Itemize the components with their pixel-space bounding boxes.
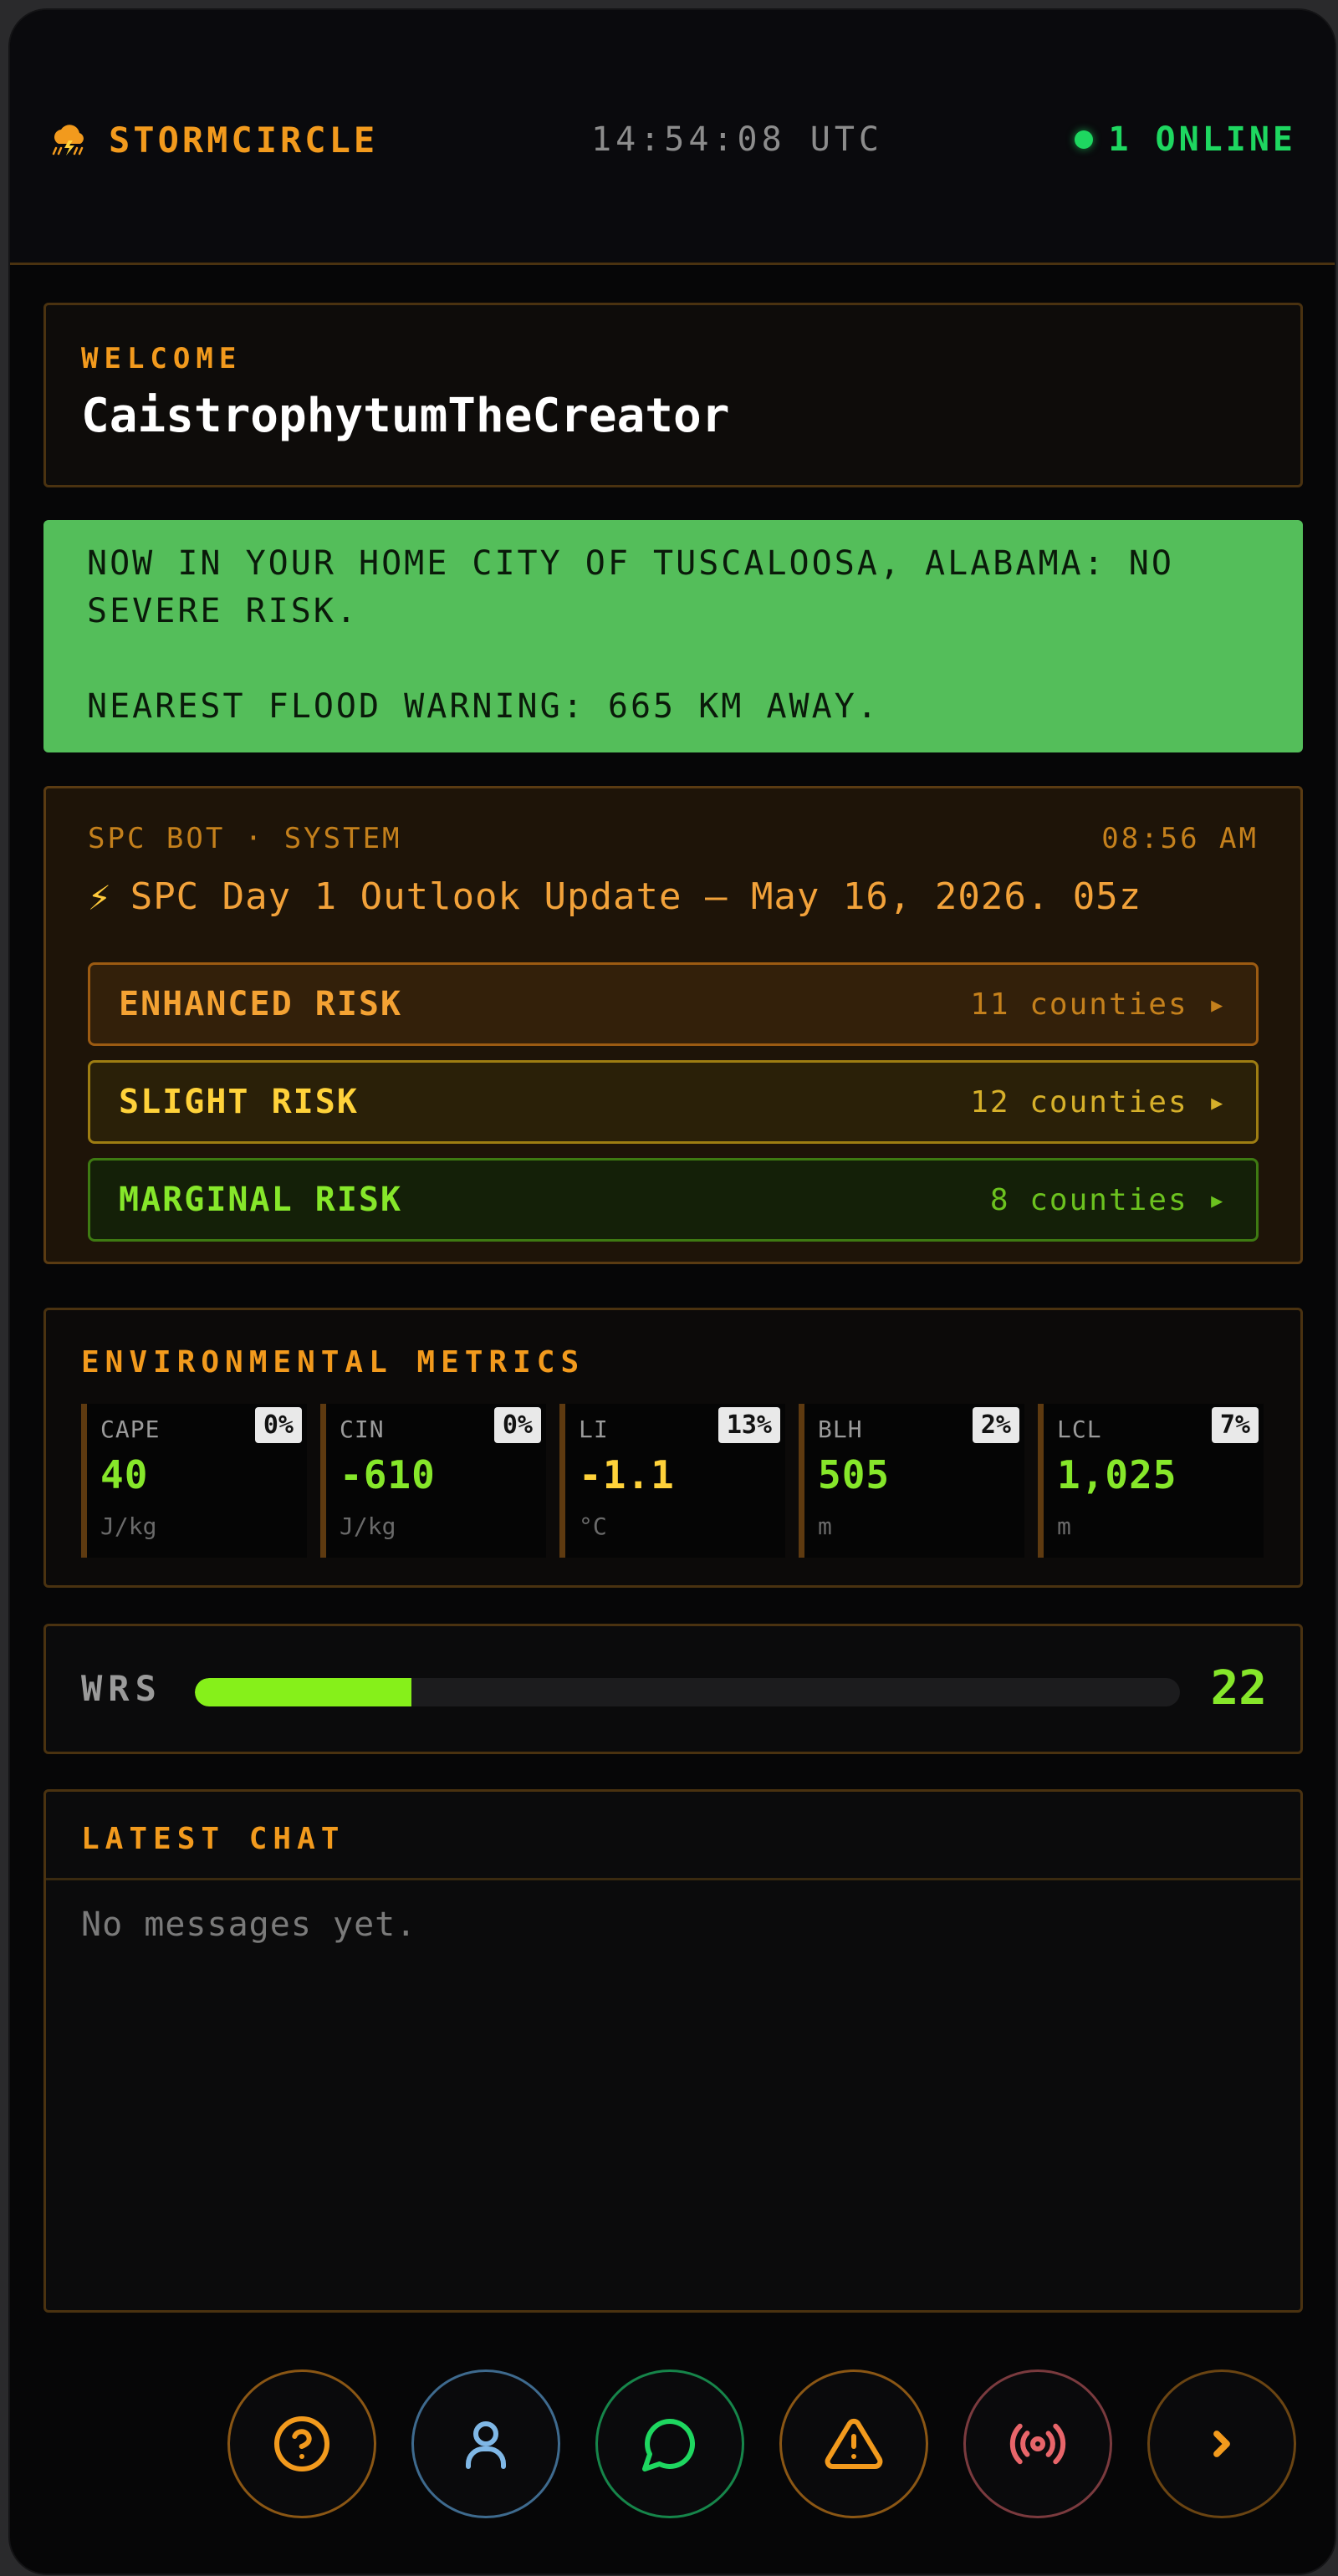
chat-icon xyxy=(642,2418,696,2471)
risk-county-count: 12 counties ▸ xyxy=(970,1084,1228,1120)
latest-chat-card: LATEST CHAT No messages yet. xyxy=(43,1789,1303,2313)
metric-name: CIN xyxy=(340,1416,385,1443)
brand[interactable]: STORMCIRCLE xyxy=(49,119,378,161)
welcome-label: WELCOME xyxy=(81,342,243,375)
chat-button[interactable] xyxy=(595,2369,744,2518)
wrs-label: WRS xyxy=(81,1668,162,1709)
metric-blh: BLH 2% 505 m xyxy=(799,1404,1024,1558)
environmental-metrics-card: ENVIRONMENTAL METRICS CAPE 0% 40 J/kg CI… xyxy=(43,1308,1303,1588)
top-bar: STORMCIRCLE 14:54:08 UTC 1 ONLINE xyxy=(10,10,1335,265)
metric-li: LI 13% -1.1 °C xyxy=(559,1404,785,1558)
chat-header: LATEST CHAT xyxy=(46,1792,1300,1880)
metric-value: 505 xyxy=(818,1452,891,1497)
risk-name: MARGINAL RISK xyxy=(119,1181,403,1219)
metric-unit: m xyxy=(1057,1512,1071,1540)
username: CaistrophytumTheCreator xyxy=(81,389,730,443)
wrs-progress-fill xyxy=(195,1678,412,1706)
chat-heading: LATEST CHAT xyxy=(81,1822,345,1856)
lightning-icon: ⚡ xyxy=(88,874,112,919)
metric-cin: CIN 0% -610 J/kg xyxy=(320,1404,546,1558)
wrs-value: 22 xyxy=(1210,1661,1267,1716)
metric-lcl: LCL 7% 1,025 m xyxy=(1038,1404,1264,1558)
message-sender: SPC BOT · SYSTEM xyxy=(88,822,402,855)
risk-county-count: 8 counties ▸ xyxy=(989,1182,1228,1217)
metrics-heading: ENVIRONMENTAL METRICS xyxy=(81,1345,585,1380)
metric-unit: J/kg xyxy=(340,1512,396,1540)
metric-percent-badge: 2% xyxy=(972,1407,1019,1443)
metric-cape: CAPE 0% 40 J/kg xyxy=(81,1404,307,1558)
metric-name: CAPE xyxy=(100,1416,161,1443)
wrs-card: WRS 22 xyxy=(43,1624,1303,1754)
risk-marginal-row[interactable]: MARGINAL RISK 8 counties ▸ xyxy=(88,1158,1259,1242)
help-button[interactable] xyxy=(227,2369,376,2518)
online-count: 1 ONLINE xyxy=(1108,120,1296,159)
metric-name: BLH xyxy=(818,1416,863,1443)
utc-clock: 14:54:08 UTC xyxy=(591,120,883,159)
risk-name: ENHANCED RISK xyxy=(119,985,403,1023)
metric-unit: °C xyxy=(579,1512,607,1540)
metric-value: 1,025 xyxy=(1057,1452,1177,1497)
metric-percent-badge: 7% xyxy=(1211,1407,1259,1443)
metric-percent-badge: 0% xyxy=(254,1407,302,1443)
metric-percent-badge: 0% xyxy=(493,1407,541,1443)
spc-outlook-card: SPC BOT · SYSTEM 08:56 AM ⚡ SPC Day 1 Ou… xyxy=(43,786,1303,1264)
online-status: 1 ONLINE xyxy=(1075,120,1296,159)
metric-name: LCL xyxy=(1057,1416,1102,1443)
outlook-title-text: SPC Day 1 Outlook Update — May 16, 2026.… xyxy=(130,875,1142,918)
metric-unit: m xyxy=(818,1512,832,1540)
brand-name: STORMCIRCLE xyxy=(109,119,379,161)
help-icon xyxy=(274,2416,329,2471)
wrs-progress-track xyxy=(195,1678,1180,1706)
warning-icon xyxy=(825,2418,883,2469)
outlook-title: ⚡ SPC Day 1 Outlook Update — May 16, 202… xyxy=(88,874,1141,919)
metric-value: 40 xyxy=(100,1452,149,1497)
risk-name: SLIGHT RISK xyxy=(119,1083,359,1121)
alert-flood-text: NEAREST FLOOD WARNING: 665 KM AWAY. xyxy=(87,687,880,726)
app-frame: STORMCIRCLE 14:54:08 UTC 1 ONLINE WELCOM… xyxy=(10,10,1335,2573)
risk-enhanced-row[interactable]: ENHANCED RISK 11 counties ▸ xyxy=(88,962,1259,1046)
risk-county-count: 11 counties ▸ xyxy=(970,987,1228,1022)
user-icon xyxy=(466,2421,506,2469)
online-dot-icon xyxy=(1075,130,1094,149)
risk-slight-row[interactable]: SLIGHT RISK 12 counties ▸ xyxy=(88,1060,1259,1144)
profile-button[interactable] xyxy=(411,2369,560,2518)
chat-empty-state: No messages yet. xyxy=(81,1905,417,1944)
next-button[interactable] xyxy=(1147,2369,1296,2518)
storm-cloud-icon xyxy=(52,125,84,156)
metric-value: -610 xyxy=(340,1452,436,1497)
message-time: 08:56 AM xyxy=(1101,822,1259,855)
metric-value: -1.1 xyxy=(579,1452,675,1497)
welcome-card: WELCOME CaistrophytumTheCreator xyxy=(43,303,1303,487)
alert-risk-text: NOW IN YOUR HOME CITY OF TUSCALOOSA, ALA… xyxy=(87,544,1174,630)
next-icon xyxy=(1213,2431,1230,2457)
metric-unit: J/kg xyxy=(100,1512,157,1540)
metric-name: LI xyxy=(579,1416,609,1443)
broadcast-button[interactable] xyxy=(963,2369,1112,2518)
alerts-button[interactable] xyxy=(779,2369,928,2518)
metric-percent-badge: 13% xyxy=(718,1407,780,1443)
broadcast-icon xyxy=(1009,2423,1066,2465)
home-city-alert: NOW IN YOUR HOME CITY OF TUSCALOOSA, ALA… xyxy=(43,520,1303,752)
